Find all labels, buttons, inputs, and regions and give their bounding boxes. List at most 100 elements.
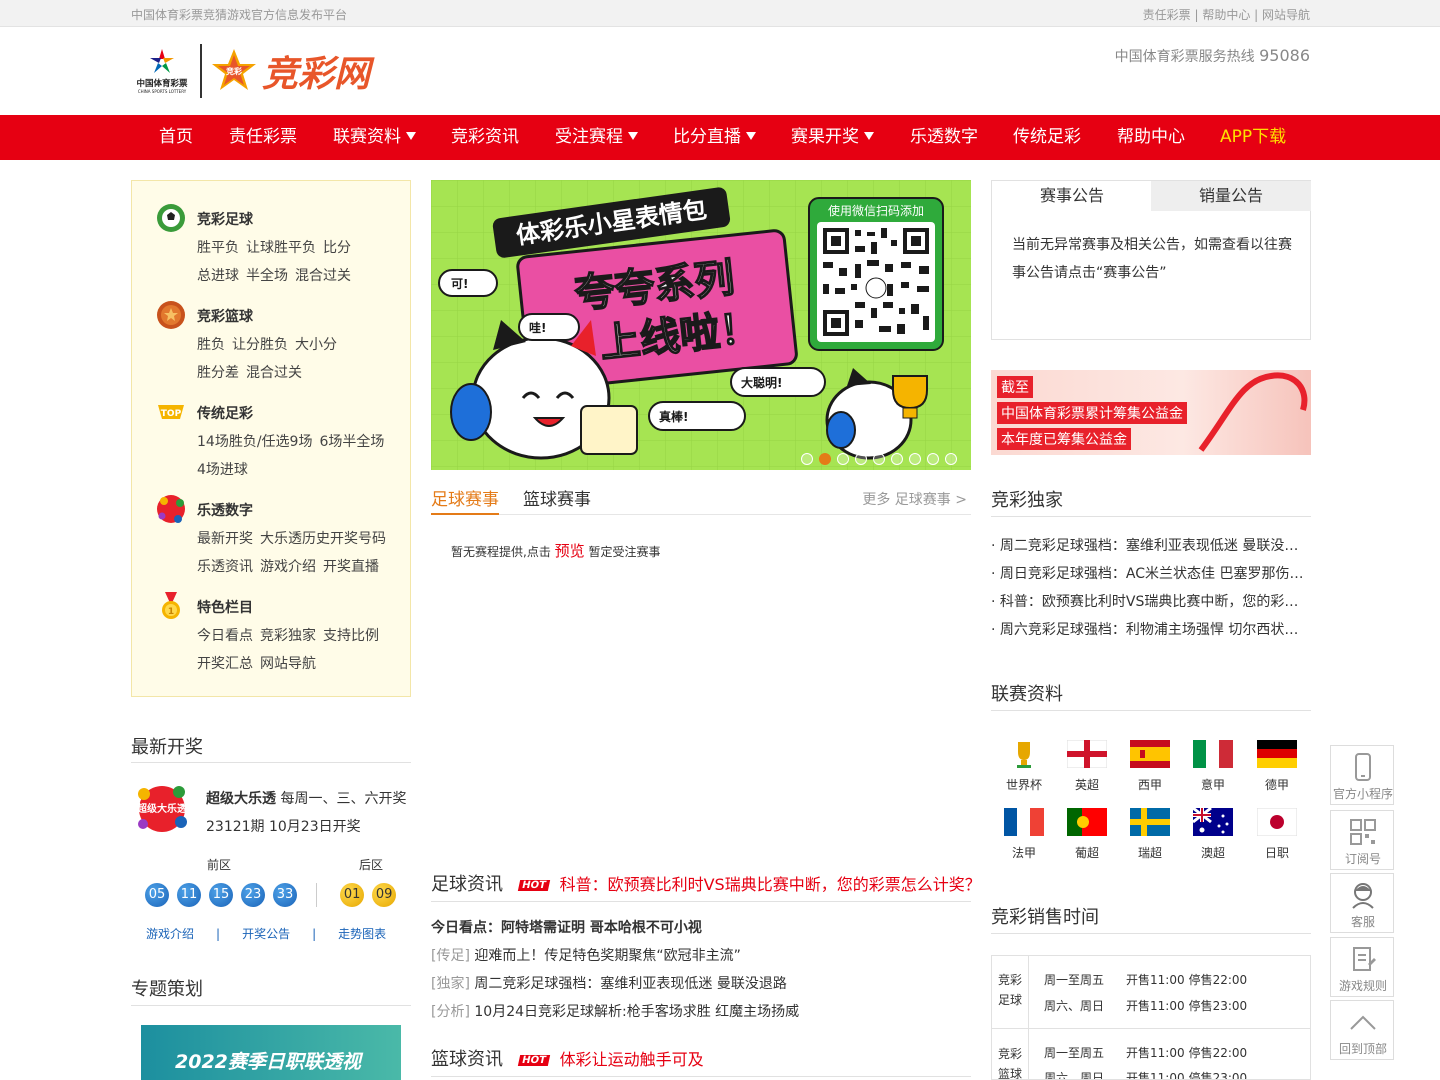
nav-live-score[interactable]: 比分直播 [673,115,756,160]
menu-link[interactable]: 大小分 [295,337,337,353]
nav-app-download[interactable]: APP下载 [1220,115,1286,160]
menu-link[interactable]: 14场胜负/任选9场 [197,434,312,450]
tab-football-matches[interactable]: 足球赛事 [431,485,499,515]
carousel-dot[interactable] [837,453,849,465]
menu-link[interactable]: 游戏介绍 [260,559,316,575]
league-world-cup[interactable]: 世界杯 [994,740,1054,793]
preview-link[interactable]: 预览 [555,542,585,560]
front-ball: 11 [177,883,201,907]
league-premier[interactable]: 英超 [1057,740,1117,793]
menu-link[interactable]: 大乐透历史开奖号码 [260,531,386,547]
menu-link[interactable]: 胜负 [197,337,225,353]
notice-text: 当前无异常赛事及相关公告，如需查看以往赛事公告请点击“赛事公告” [1012,237,1292,281]
china-sports-lottery-logo[interactable]: 中国体育彩票 CHINA SPORTS LOTTERY [131,46,193,94]
carousel-dot[interactable] [945,453,957,465]
nav-traditional-football[interactable]: 传统足彩 [1013,115,1081,160]
menu-link[interactable]: 总进球 [197,268,239,284]
svg-text:1: 1 [168,607,174,617]
back-to-top-button[interactable]: 回到顶部 [1330,1000,1394,1060]
draw-game-name[interactable]: 超级大乐透 [206,791,276,807]
carousel-dots [801,450,963,469]
exclusive-item[interactable]: · 周二竞彩足球强档：塞维利亚表现低迷 曼联没退路 [991,535,1311,563]
football-headline[interactable]: 今日看点：阿特塔需证明 哥本哈根不可小视 [431,917,702,937]
top-links[interactable]: 责任彩票 | 帮助中心 | 网站导航 [1143,6,1310,23]
nav-results[interactable]: 赛果开奖 [791,115,874,160]
game-intro-link[interactable]: 游戏介绍 [146,927,194,941]
dlt-logo[interactable]: 超级大乐透 [135,782,189,836]
basketball-hot-link[interactable]: 体彩让运动触手可及 [560,1050,704,1069]
news-item[interactable]: [传足] 迎难而上！传足特色奖期聚焦“欧冠非主流” [431,945,741,965]
customer-service-button[interactable]: 客服 [1330,873,1394,933]
tab-basketball-matches[interactable]: 篮球赛事 [523,485,591,515]
nav-schedule[interactable]: 受注赛程 [555,115,638,160]
menu-link[interactable]: 乐透资讯 [197,559,253,575]
menu-link[interactable]: 比分 [323,240,351,256]
news-text[interactable]: 10月24日竞彩足球解析:枪手客场求胜 红魔主场扬威 [474,1004,799,1020]
menu-link[interactable]: 让分胜负 [232,337,288,353]
special-banner[interactable]: 2022赛季日职联透视 [141,1025,401,1080]
football-hot-link[interactable]: 科普：欧预赛比利时VS瑞典比赛中断，您的彩票怎么计奖？ [560,875,981,894]
jingcai-logo[interactable]: 竞彩 竞彩网 [210,46,400,96]
league-seriea[interactable]: 意甲 [1183,740,1243,793]
menu-link[interactable]: 最新开奖 [197,531,253,547]
category-title[interactable]: 竞彩篮球 [197,306,253,326]
carousel-dot[interactable] [873,453,885,465]
menu-link[interactable]: 混合过关 [295,268,351,284]
category-title[interactable]: 传统足彩 [197,403,253,423]
carousel-dot[interactable] [801,453,813,465]
menu-link[interactable]: 4场进球 [197,462,248,478]
menu-link[interactable]: 混合过关 [246,365,302,381]
menu-link[interactable]: 支持比例 [323,628,379,644]
league-australia[interactable]: 澳超 [1183,808,1243,861]
menu-link[interactable]: 胜分差 [197,365,239,381]
nav-league-info[interactable]: 联赛资料 [333,115,416,160]
carousel-dot[interactable] [909,453,921,465]
nav-responsible-lottery[interactable]: 责任彩票 [229,115,297,160]
more-matches-link[interactable]: 更多 足球赛事 > [862,489,967,509]
carousel-dot[interactable] [819,453,831,465]
menu-link[interactable]: 让球胜平负 [246,240,316,256]
category-title[interactable]: 乐透数字 [197,500,253,520]
league-portugal[interactable]: 葡超 [1057,808,1117,861]
category-title[interactable]: 竞彩足球 [197,209,253,229]
menu-link[interactable]: 开奖直播 [323,559,379,575]
tab-sales-notice[interactable]: 销量公告 [1151,181,1311,211]
public-welfare-banner[interactable]: 截至 中国体育彩票累计筹集公益金 本年度已筹集公益金 [991,370,1311,455]
menu-link[interactable]: 竞彩独家 [260,628,316,644]
subscription-button[interactable]: 订阅号 [1330,810,1394,870]
news-text[interactable]: 迎难而上！传足特色奖期聚焦“欧冠非主流” [474,948,741,964]
exclusive-item[interactable]: · 周日竞彩足球强档：AC米兰状态佳 巴塞罗那伤病多 [991,563,1311,591]
menu-link[interactable]: 网站导航 [260,656,316,672]
mini-program-button[interactable]: 官方小程序 [1330,745,1394,805]
exclusive-item[interactable]: · 科普：欧预赛比利时VS瑞典比赛中断，您的彩票怎么计奖 [991,591,1311,619]
league-ligue1[interactable]: 法甲 [994,808,1054,861]
nav-lotto[interactable]: 乐透数字 [910,115,978,160]
league-jleague[interactable]: 日职 [1247,808,1307,861]
exclusive-item[interactable]: · 周六竞彩足球强档：利物浦主场强悍 切尔西状态回升 [991,619,1311,647]
game-rules-button[interactable]: 游戏规则 [1330,937,1394,997]
nav-home[interactable]: 首页 [159,115,193,160]
menu-link[interactable]: 胜平负 [197,240,239,256]
league-laliga[interactable]: 西甲 [1120,740,1180,793]
chevron-up-icon [1350,1015,1376,1030]
trophy-icon [1017,742,1031,768]
news-text[interactable]: 周二竞彩足球强档：塞维利亚表现低迷 曼联没退路 [474,976,786,992]
trend-chart-link[interactable]: 走势图表 [338,927,386,941]
menu-link[interactable]: 今日看点 [197,628,253,644]
category-title[interactable]: 特色栏目 [197,597,253,617]
league-bundesliga[interactable]: 德甲 [1247,740,1307,793]
news-item[interactable]: [分析] 10月24日竞彩足球解析:枪手客场求胜 红魔主场扬威 [431,1001,799,1021]
carousel-dot[interactable] [927,453,939,465]
menu-link[interactable]: 6场半全场 [319,434,384,450]
draw-notice-link[interactable]: 开奖公告 [242,927,290,941]
menu-link[interactable]: 半全场 [246,268,288,284]
menu-link[interactable]: 开奖汇总 [197,656,253,672]
carousel-dot[interactable] [855,453,867,465]
tab-match-notice[interactable]: 赛事公告 [992,181,1152,211]
league-sweden[interactable]: 瑞超 [1120,808,1180,861]
nav-jingcai-news[interactable]: 竞彩资讯 [451,115,519,160]
promo-carousel[interactable]: 体彩乐小星表情包 夸夸系列 上线啦！ 使用微信扫码添加 可! 哇! 大聪明! 真… [431,180,971,470]
nav-help[interactable]: 帮助中心 [1117,115,1185,160]
news-item[interactable]: [独家] 周二竞彩足球强档：塞维利亚表现低迷 曼联没退路 [431,973,787,993]
carousel-dot[interactable] [891,453,903,465]
